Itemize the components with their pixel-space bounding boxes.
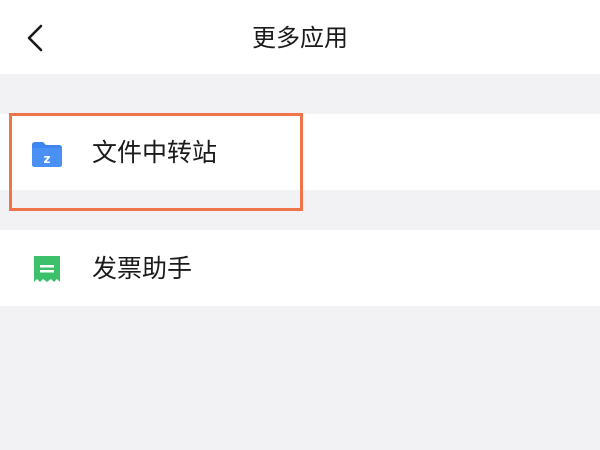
receipt-icon <box>34 256 60 282</box>
item-label-invoice-assistant: 发票助手 <box>92 254 193 283</box>
list-item-file-transfer[interactable]: z 文件中转站 <box>0 114 600 190</box>
folder-z-icon: z <box>32 142 62 167</box>
list-item-invoice-assistant[interactable]: 发票助手 <box>0 230 600 306</box>
page-title: 更多应用 <box>252 24 348 52</box>
svg-text:z: z <box>44 152 51 166</box>
item-label-file-transfer: 文件中转站 <box>92 138 218 167</box>
nav-bar: 更多应用 <box>0 0 600 74</box>
